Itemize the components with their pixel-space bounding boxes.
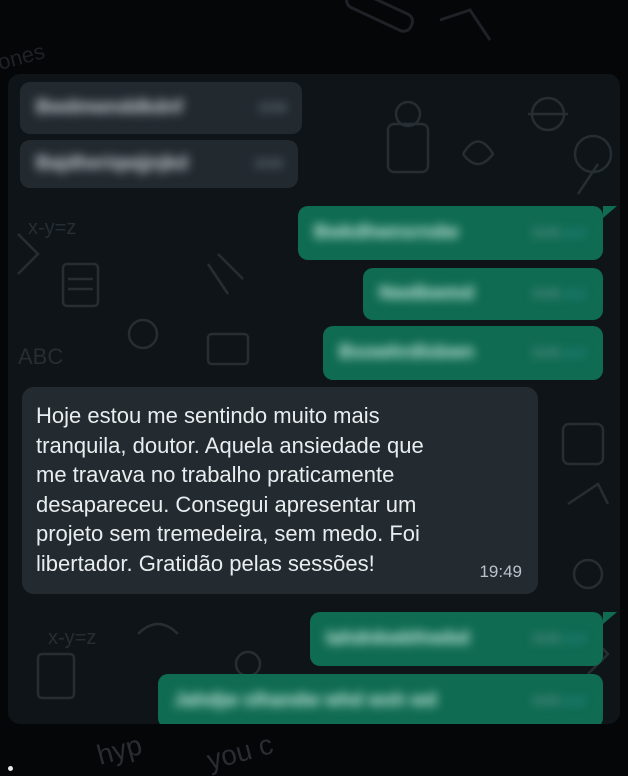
- message-time: 19:46: [532, 288, 560, 300]
- message-time: 19:49: [532, 695, 560, 707]
- outgoing-message-blurred[interactable]: Nwdbwmd 19:46 ✓✓: [363, 268, 603, 320]
- message-text: Nwdbwmd: [379, 283, 474, 304]
- svg-text:you c: you c: [204, 729, 277, 776]
- incoming-message[interactable]: Hoje estou me sentindo muito mais tranqu…: [22, 387, 538, 594]
- message-time: 19:46: [532, 227, 560, 239]
- outgoing-message-blurred[interactable]: Iahdnkwbfnwbd 19:49 ✓✓: [310, 612, 603, 666]
- chat-panel[interactable]: ABC x-y=z x-y=z Bwdmwnddkdnf 19:46 Bajdh…: [8, 74, 620, 724]
- message-time: 19:49: [479, 562, 522, 581]
- double-check-icon: ✓✓: [563, 630, 587, 647]
- message-text: Bwkdhwnsrndw: [314, 222, 459, 243]
- message-text: Jahdjw slhandw whd wsh wd: [174, 690, 437, 711]
- outgoing-message-blurred[interactable]: Bwkdhwnsrndw 19:46 ✓✓: [298, 206, 603, 260]
- svg-text:hyp: hyp: [94, 729, 146, 771]
- svg-text:x-y=z: x-y=z: [48, 627, 96, 649]
- incoming-message-blurred[interactable]: Bajdheriqwjjnjkd 19:46: [20, 140, 298, 188]
- message-text: Hoje estou me sentindo muito mais tranqu…: [36, 403, 424, 576]
- message-time: 19:49: [532, 633, 560, 645]
- double-check-icon: ✓✓: [563, 224, 587, 241]
- message-text: Bsowhrdlsbwn: [339, 342, 475, 363]
- bubble-tail: [603, 206, 617, 218]
- bubble-tail: [603, 612, 617, 624]
- double-check-icon: ✓✓: [563, 285, 587, 302]
- incoming-message-blurred[interactable]: Bwdmwnddkdnf 19:46: [20, 82, 302, 134]
- double-check-icon: ✓✓: [563, 344, 587, 361]
- svg-text:ones: ones: [0, 38, 47, 74]
- outgoing-message-blurred[interactable]: Jahdjw slhandw whd wsh wd 19:49 ✓✓: [158, 674, 603, 724]
- page-indicator-dot: [8, 766, 13, 771]
- svg-text:x-y=z: x-y=z: [28, 217, 76, 239]
- outgoing-message-blurred[interactable]: Bsowhrdlsbwn 19:46 ✓✓: [323, 326, 603, 380]
- message-time: 19:46: [258, 102, 286, 114]
- message-text: Bajdheriqwjjnjkd: [36, 153, 189, 174]
- message-text: Iahdnkwbfnwbd: [326, 628, 470, 649]
- double-check-icon: ✓✓: [563, 692, 587, 709]
- message-text: Bwdmwnddkdnf: [36, 97, 183, 118]
- svg-text:ABC: ABC: [18, 344, 63, 369]
- message-time: 19:46: [254, 158, 282, 170]
- message-time: 19:46: [532, 347, 560, 359]
